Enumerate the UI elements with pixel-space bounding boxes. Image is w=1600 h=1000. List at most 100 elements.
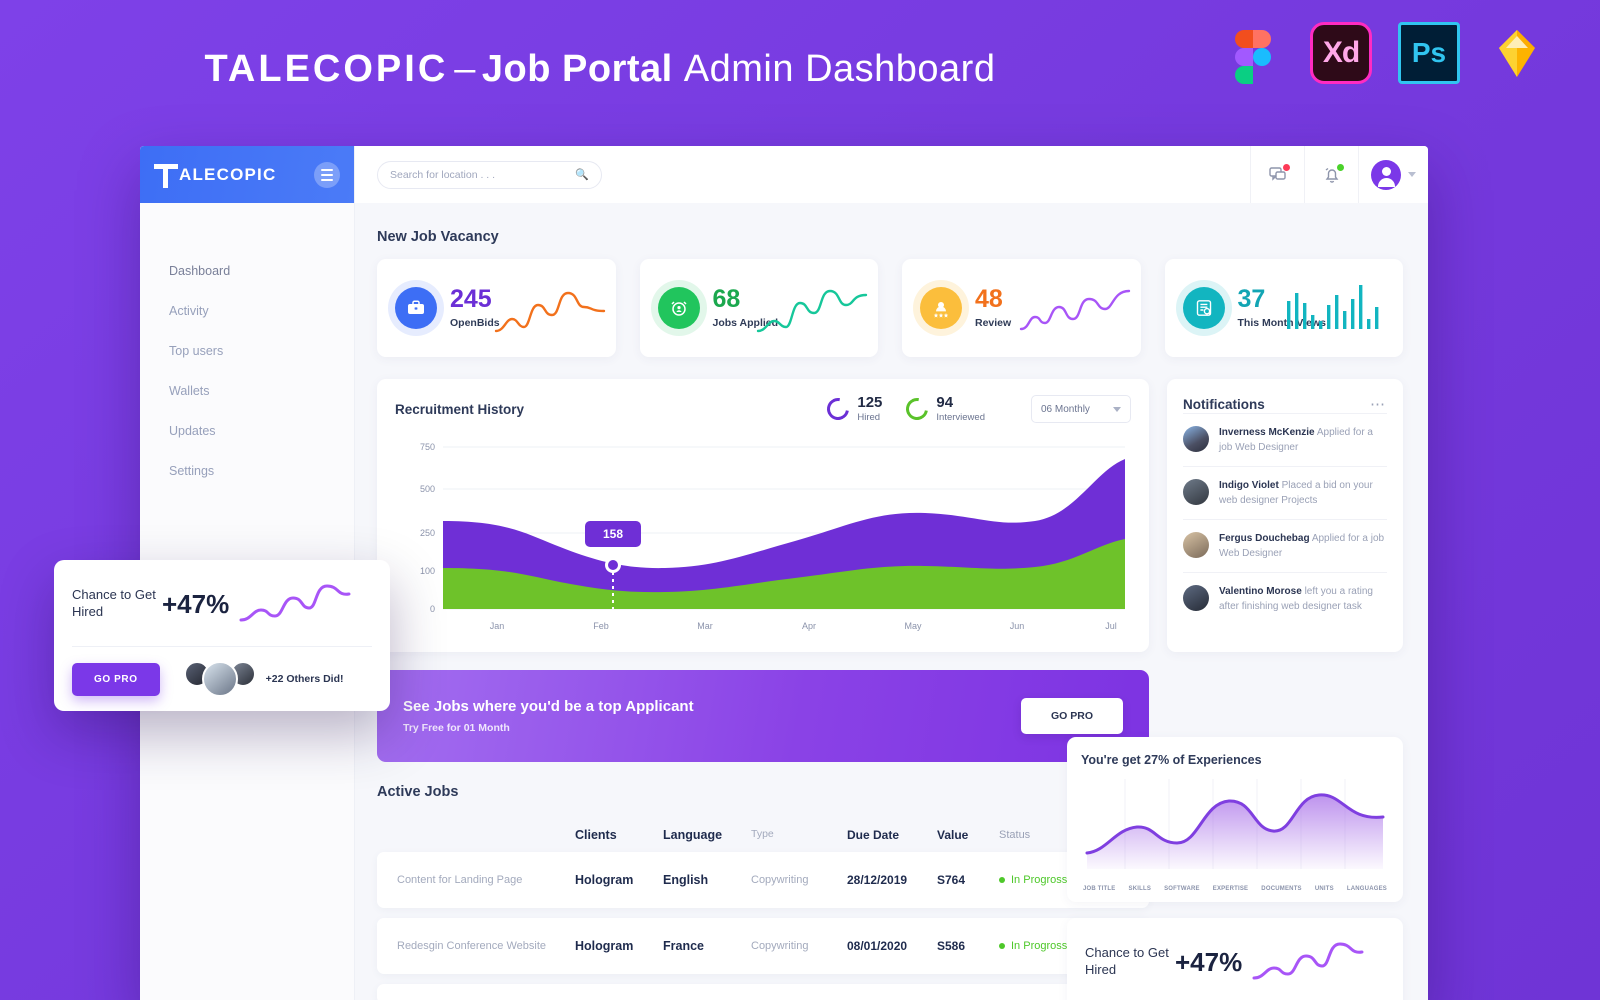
svg-text:Jan: Jan	[490, 621, 505, 631]
search-placeholder: Search for location . . .	[390, 168, 496, 181]
chart-header: Recruitment History 125 Hired 94 Intervi…	[395, 393, 1131, 425]
banner-brand: TALECOPIC	[204, 48, 449, 90]
adobe-xd-icon: Xd	[1310, 22, 1372, 84]
stat-label: Review	[975, 317, 1012, 329]
cell-due-date: 08/01/2020	[847, 939, 908, 953]
briefcase-icon	[395, 287, 437, 329]
notifications-card: Notifications ⋯ Inverness McKenzie Appli…	[1167, 379, 1403, 652]
sidebar-item-activity[interactable]: Activity	[140, 291, 354, 331]
chart-title: Recruitment History	[395, 401, 525, 417]
svg-text:Apr: Apr	[802, 621, 816, 631]
experience-area-chart	[1085, 779, 1385, 869]
page-title: New Job Vacancy	[377, 229, 499, 245]
table-row[interactable]: Redesgin Conference Website Hologram Fra…	[377, 918, 1149, 974]
sidebar-item-label: Updates	[169, 424, 216, 438]
search-icon: 🔍	[575, 169, 589, 181]
avatar	[1183, 479, 1209, 505]
cell-job: Content for Landing Page	[397, 874, 523, 886]
sidebar-item-top-users[interactable]: Top users	[140, 331, 354, 371]
column-header-language: Language	[663, 828, 723, 842]
period-select[interactable]: 06 Monthly	[1031, 395, 1131, 423]
go-pro-button[interactable]: GO PRO	[72, 662, 160, 696]
notification-name: Valentino Morose	[1219, 586, 1302, 597]
table-row[interactable]: Content for Landing Page Hologram Englis…	[377, 852, 1149, 908]
right-column: You're get 27% of Experiences JOB TITLE …	[1067, 737, 1403, 1000]
search-input[interactable]: Search for location . . . 🔍	[377, 160, 602, 189]
chevron-down-icon	[1113, 406, 1121, 412]
column-header-status: Status	[999, 829, 1031, 841]
status-badge: In Progross	[999, 874, 1067, 886]
list-item[interactable]: Indigo Violet Placed a bid on your web d…	[1183, 466, 1387, 519]
sidebar-item-wallets[interactable]: Wallets	[140, 371, 354, 411]
chart-legend: 125 Hired 94 Interviewed 06 Monthly	[823, 393, 1131, 425]
hired-value: +47%	[162, 588, 230, 619]
account-menu[interactable]	[1358, 146, 1428, 203]
experience-title: You're get 27% of Experiences	[1081, 753, 1262, 767]
notifications-button[interactable]	[1304, 146, 1358, 203]
stat-card-openbids[interactable]: 245 OpenBids	[377, 259, 616, 357]
axis-label: LANGUAGES	[1346, 886, 1387, 892]
sidebar-item-dashboard[interactable]: Dashboard	[140, 251, 354, 291]
donut-icon	[902, 393, 933, 425]
floating-chance-to-get-hired-card: Chance to Get Hired +47% GO PRO +22 Othe…	[54, 560, 390, 711]
notification-name: Inverness McKenzie	[1219, 427, 1315, 438]
legend-hired: 125 Hired	[823, 393, 882, 425]
avatar-group	[183, 661, 256, 697]
ellipsis-icon[interactable]: ⋯	[1370, 395, 1387, 413]
donut-icon	[823, 393, 854, 425]
avatar	[1371, 159, 1401, 190]
avatar	[1183, 585, 1209, 611]
mid-row: Recruitment History 125 Hired 94 Intervi…	[377, 379, 1403, 652]
stat-card-jobs-applied[interactable]: 68 Jobs Applied	[639, 259, 878, 357]
legend-label: Hired	[857, 411, 881, 423]
sidebar-item-label: Wallets	[169, 384, 210, 398]
hired-card-top: Chance to Get Hired +47%	[1085, 936, 1385, 988]
notifications-title: Notifications	[1183, 396, 1265, 412]
messages-button[interactable]	[1250, 146, 1304, 203]
svg-text:250: 250	[420, 528, 435, 538]
sketch-icon	[1486, 22, 1548, 84]
table-row[interactable]	[377, 984, 1149, 1000]
hired-card-top: Chance to Get Hired +47%	[72, 578, 372, 630]
svg-text:May: May	[904, 621, 922, 631]
sparkline-jobs-applied	[756, 289, 868, 333]
avatar	[1183, 426, 1209, 452]
topbar: Search for location . . . 🔍	[355, 146, 1428, 203]
brand-name: ALECOPIC	[179, 164, 277, 184]
hamburger-menu-icon[interactable]	[314, 161, 340, 188]
status-dot	[999, 943, 1005, 949]
stat-card-review[interactable]: 48 Review	[902, 259, 1141, 357]
sidebar-item-updates[interactable]: Updates	[140, 411, 354, 451]
logo-t-icon	[154, 162, 178, 188]
status-label: In Progross	[1011, 940, 1068, 952]
sidebar-item-label: Dashboard	[169, 264, 231, 278]
chance-to-get-hired-card: Chance to Get Hired +47% GO PRO	[1067, 918, 1403, 1000]
chart-tooltip-value: 158	[603, 527, 623, 541]
promo-subtitle: Try Free for 01 Month	[403, 722, 510, 734]
brand-header: ALECOPIC	[140, 146, 354, 203]
stat-value: 48	[975, 285, 1003, 313]
sidebar-item-settings[interactable]: Settings	[140, 451, 354, 491]
notifications-header: Notifications ⋯	[1183, 395, 1387, 413]
column-header	[397, 828, 575, 842]
status-label: In Progross	[1011, 874, 1068, 886]
list-item[interactable]: Inverness McKenzie Applied for a job Web…	[1183, 413, 1387, 466]
svg-text:750: 750	[420, 442, 435, 452]
bell-icon	[1322, 163, 1344, 185]
legend-value: 94	[936, 394, 954, 412]
report-search-icon	[1182, 287, 1225, 329]
column-header-type: Type	[751, 828, 774, 840]
banner-subject: Job Portal	[481, 48, 673, 90]
main-content: New Job Vacancy 245 OpenBids 68 Jobs App…	[355, 203, 1428, 1000]
axis-label: SKILLS	[1128, 886, 1152, 892]
stat-card-month-views[interactable]: 37 This Month Views	[1164, 259, 1403, 357]
axis-label: DOCUMENTS	[1261, 886, 1302, 892]
svg-text:Jul: Jul	[1105, 621, 1117, 631]
sidebar-item-label: Top users	[169, 344, 224, 358]
go-pro-button[interactable]: GO PRO	[1020, 698, 1123, 734]
list-item[interactable]: Fergus Douchebag Applied for a job Web D…	[1183, 519, 1387, 572]
column-header-due-date: Due Date	[847, 828, 900, 842]
notification-name: Fergus Douchebag	[1219, 533, 1310, 544]
list-item[interactable]: Valentino Morose left you a rating after…	[1183, 572, 1387, 625]
chevron-down-icon	[1408, 172, 1416, 177]
